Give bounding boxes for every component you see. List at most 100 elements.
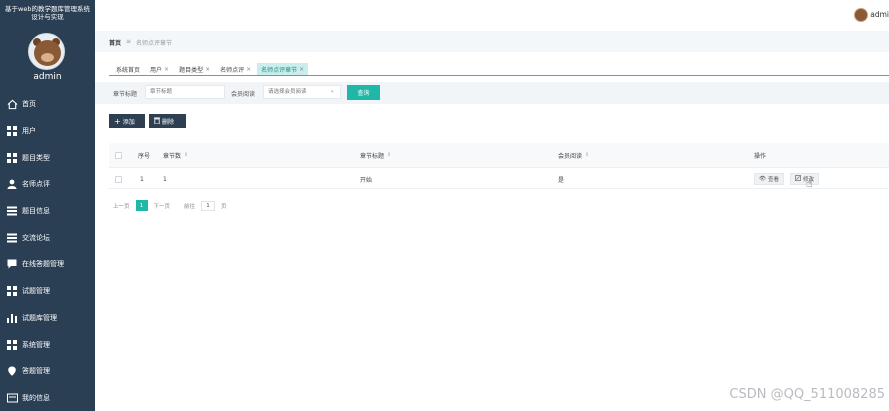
plus-icon: + xyxy=(114,116,121,126)
chapter-title-label: 章节标题 xyxy=(113,91,138,98)
tab-bar: 系统首页 用户 × 题目类型 × 名师点评 × 名师点评章节 × xyxy=(112,63,309,75)
page-number-current[interactable]: 1 xyxy=(135,200,148,211)
admin-username: admin xyxy=(33,72,62,82)
list-icon xyxy=(6,232,18,244)
breadcrumb-current: 名师点评章节 xyxy=(136,40,173,47)
goto-page-input[interactable]: 1 xyxy=(201,200,216,211)
close-icon[interactable]: × xyxy=(299,66,304,73)
trash-icon xyxy=(154,117,160,126)
pagination: 上一页 1 下一页 前往 1 页 xyxy=(113,200,227,211)
add-button[interactable]: + 添加 xyxy=(109,114,145,128)
chat-icon xyxy=(6,258,18,270)
cell-actions: 👁 查看 修改 xyxy=(754,170,825,188)
sidebar-item-label: 用户 xyxy=(22,127,36,136)
grid-icon xyxy=(6,285,18,297)
row-checkbox[interactable] xyxy=(115,170,122,188)
sidebar-item-label: 系统管理 xyxy=(22,340,50,349)
breadcrumb-home[interactable]: 首页 xyxy=(109,38,121,47)
sidebar-item-label: 题目类型 xyxy=(22,153,50,162)
sidebar-item-system-management[interactable]: 系统管理 xyxy=(0,331,95,358)
sidebar-item-label: 题目信息 xyxy=(22,207,50,216)
column-header-chapter-title[interactable]: 章节标题 ⇕ xyxy=(360,143,391,167)
tab-label: 名师点评章节 xyxy=(261,66,298,74)
delete-button[interactable]: 删除 xyxy=(149,114,186,128)
chevron-down-icon: ▾ xyxy=(331,89,334,95)
card-icon xyxy=(6,392,18,404)
header-username[interactable]: admi xyxy=(870,10,889,19)
tab-label: 用户 xyxy=(150,66,163,74)
eye-icon: 👁 xyxy=(759,176,766,182)
sidebar-item-answer-management[interactable]: 答题管理 xyxy=(0,358,95,385)
query-button[interactable]: 查询 xyxy=(347,85,380,100)
sidebar-item-label: 交流论坛 xyxy=(22,233,50,242)
tab-question-types[interactable]: 题目类型 × xyxy=(175,63,214,75)
edit-button[interactable]: 修改 xyxy=(790,173,820,185)
cell-index: 1 xyxy=(140,175,144,183)
breadcrumb-separator: ≡ xyxy=(126,38,132,45)
sidebar-menu: 首页 用户 题目类型 名师点评 题目信息 交流论坛 在线答题管理 试题管理 试题… xyxy=(0,91,95,411)
tab-underline xyxy=(109,75,889,76)
sidebar-item-home[interactable]: 首页 xyxy=(0,91,95,118)
goto-label: 前往 xyxy=(184,203,196,210)
breadcrumb: 首页 ≡ 名师点评章节 xyxy=(109,38,172,47)
chapter-title-input[interactable] xyxy=(145,85,225,99)
edit-icon xyxy=(795,175,801,183)
close-icon[interactable]: × xyxy=(164,66,169,73)
close-icon[interactable]: × xyxy=(205,66,210,73)
sidebar-item-forum[interactable]: 交流论坛 xyxy=(0,224,95,251)
user-avatar[interactable] xyxy=(854,8,868,22)
sort-icon[interactable]: ⇕ xyxy=(585,152,589,158)
sidebar-item-label: 首页 xyxy=(22,100,36,109)
sidebar-item-label: 在线答题管理 xyxy=(22,260,64,269)
sidebar-item-question-info[interactable]: 题目信息 xyxy=(0,198,95,225)
system-title: 基于web的教学题库管理系统 设计与实现 xyxy=(0,0,95,21)
sidebar-item-label: 我的信息 xyxy=(22,393,50,402)
watermark: CSDN @QQ_511008285 xyxy=(729,387,885,402)
tab-teacher-review-chapters[interactable]: 名师点评章节 × xyxy=(257,63,309,75)
view-button-label: 查看 xyxy=(767,177,779,183)
tab-label: 系统首页 xyxy=(116,66,141,74)
page-unit-label: 页 xyxy=(221,203,227,210)
sidebar-item-users[interactable]: 用户 xyxy=(0,118,95,145)
sidebar-item-label: 试题管理 xyxy=(22,287,50,296)
sidebar-item-label: 试题库管理 xyxy=(22,313,57,322)
sidebar-item-online-answer[interactable]: 在线答题管理 xyxy=(0,251,95,278)
tab-label: 名师点评 xyxy=(220,66,245,74)
sort-icon[interactable]: ⇕ xyxy=(184,152,188,158)
top-bar: admi xyxy=(95,0,889,31)
delete-button-label: 删除 xyxy=(162,118,175,126)
next-page-button[interactable]: 下一页 xyxy=(154,202,171,210)
bar-chart-icon xyxy=(6,312,18,324)
hand-cursor-icon: ☝ xyxy=(806,177,813,190)
view-button[interactable]: 👁 查看 xyxy=(754,173,784,185)
column-header-actions: 操作 xyxy=(754,152,767,160)
sidebar-item-teacher-reviews[interactable]: 名师点评 xyxy=(0,171,95,198)
location-icon xyxy=(6,365,18,377)
user-icon xyxy=(6,178,18,190)
sidebar-item-question-bank[interactable]: 试题库管理 xyxy=(0,305,95,332)
sidebar-item-label: 名师点评 xyxy=(22,180,50,189)
grid-icon xyxy=(6,339,18,351)
select-all-checkbox[interactable] xyxy=(115,143,122,167)
tab-system-home[interactable]: 系统首页 xyxy=(112,63,144,75)
tab-teacher-reviews[interactable]: 名师点评 × xyxy=(216,63,255,75)
column-header-chapter-num[interactable]: 章节数 ⇕ xyxy=(163,143,188,167)
list-icon xyxy=(6,205,18,217)
sidebar-item-my-info[interactable]: 我的信息 xyxy=(0,385,95,411)
sidebar-item-question-types[interactable]: 题目类型 xyxy=(0,144,95,171)
member-read-select[interactable] xyxy=(263,85,341,99)
tab-users[interactable]: 用户 × xyxy=(146,63,173,75)
system-title-line1: 基于web的教学题库管理系统 xyxy=(5,5,90,13)
avatar[interactable] xyxy=(28,33,65,70)
column-header-member-read[interactable]: 会员阅读 ⇕ xyxy=(558,143,589,167)
add-button-label: 添加 xyxy=(122,118,135,126)
cell-chapter-num: 1 xyxy=(163,175,167,183)
close-icon[interactable]: × xyxy=(246,66,251,73)
sort-icon[interactable]: ⇕ xyxy=(387,152,391,158)
sidebar-item-exam-management[interactable]: 试题管理 xyxy=(0,278,95,305)
main-panel xyxy=(95,52,889,411)
sidebar-item-label: 答题管理 xyxy=(22,367,50,376)
member-read-label: 会员阅读 xyxy=(231,91,256,98)
prev-page-button[interactable]: 上一页 xyxy=(113,202,130,210)
sidebar: 基于web的教学题库管理系统 设计与实现 admin 首页 用户 题目类型 名师… xyxy=(0,0,95,411)
